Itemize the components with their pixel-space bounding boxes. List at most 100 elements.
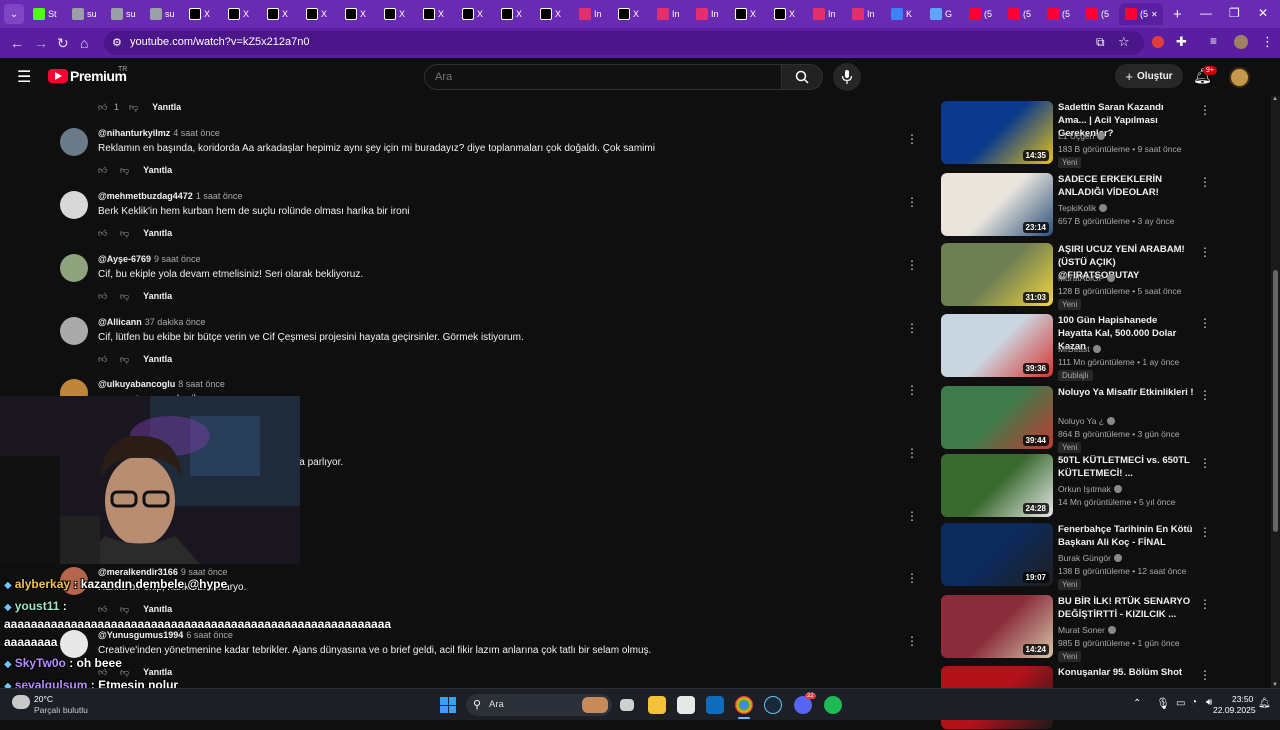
video-more-options-icon[interactable]: ⋮ — [1199, 316, 1211, 330]
browser-tab[interactable]: X — [612, 3, 650, 25]
browser-tab[interactable]: (5 — [963, 3, 1001, 25]
create-button[interactable]: + Oluştur — [1115, 64, 1183, 88]
comment-author[interactable]: @nihanturkyilmz — [98, 128, 170, 138]
scrollbar-thumb[interactable] — [1273, 270, 1278, 532]
bookmark-star-icon[interactable]: ☆ — [1118, 34, 1130, 50]
video-more-options-icon[interactable]: ⋮ — [1199, 245, 1211, 259]
reload-icon[interactable]: ↻ — [57, 35, 69, 52]
commenter-avatar[interactable] — [60, 128, 88, 156]
notification-center-icon[interactable]: 🔔︎ — [1258, 698, 1271, 709]
channel-name[interactable]: MuratAbiGF — [1058, 273, 1115, 283]
install-app-icon[interactable]: ⧉ — [1096, 35, 1105, 50]
video-title[interactable]: 50TL KÜTLETMECİ vs. 650TL KÜTLETMECİ! ..… — [1058, 454, 1194, 480]
channel-name[interactable]: L1 Üçgen — [1058, 131, 1106, 141]
like-icon[interactable]: 👍︎ — [98, 228, 114, 239]
browser-tab[interactable]: X — [300, 3, 338, 25]
close-tab-icon[interactable]: ✕ — [1151, 10, 1158, 19]
video-more-options-icon[interactable]: ⋮ — [1199, 597, 1211, 611]
back-arrow-icon[interactable]: ← — [10, 35, 24, 51]
video-title[interactable]: SADECE ERKEKLERİN ANLADIĞI VİDEOLAR! — [1058, 173, 1194, 199]
url-text[interactable]: youtube.com/watch?v=kZ5x212a7n0 — [130, 36, 309, 48]
hamburger-menu-icon[interactable]: ☰ — [17, 67, 31, 87]
store-icon[interactable] — [677, 696, 695, 714]
video-thumbnail[interactable]: 31:03 — [941, 243, 1053, 306]
minimize-window-button[interactable]: — — [1200, 6, 1212, 20]
channel-name[interactable]: TepkiKolik — [1058, 203, 1108, 213]
weather-temperature[interactable]: 20°C — [34, 694, 53, 704]
address-bar[interactable]: ⚙ youtube.com/watch?v=kZ5x212a7n0 ⧉ ☆ — [104, 31, 1144, 55]
comment-more-options-icon[interactable]: ⋮ — [906, 195, 918, 209]
profile-avatar[interactable] — [1234, 35, 1248, 49]
channel-name[interactable]: Burak Güngör — [1058, 553, 1122, 563]
recommended-video[interactable]: 14:35 Sadettin Saran Kazandı Ama... | Aci… — [941, 101, 1221, 168]
video-title[interactable]: BU BİR İLK! RTÜK SENARYO DEĞİŞTİRTTİ - K… — [1058, 595, 1194, 621]
reading-list-icon[interactable]: ≡ — [1210, 34, 1217, 48]
video-thumbnail[interactable]: 24:28 — [941, 454, 1053, 517]
dislike-icon[interactable]: 👎︎ — [120, 604, 129, 615]
reply-button[interactable]: Yanıtla — [143, 228, 172, 238]
reply-button[interactable]: Yanıtla — [152, 102, 181, 112]
comment-more-options-icon[interactable]: ⋮ — [906, 446, 918, 460]
like-icon[interactable]: 👍︎ — [98, 165, 114, 176]
recommended-video[interactable]: 39:36 100 Gün Hapishanede Hayatta Kal, 50… — [941, 314, 1221, 381]
recommended-video[interactable]: 23:14 SADECE ERKEKLERİN ANLADIĞI VİDEOLAR… — [941, 173, 1221, 237]
voice-search-button[interactable] — [833, 63, 861, 91]
browser-tab[interactable]: X — [495, 3, 533, 25]
browser-tab[interactable]: In — [690, 3, 728, 25]
dislike-icon[interactable]: 👎︎ — [120, 165, 129, 176]
comment-more-options-icon[interactable]: ⋮ — [906, 321, 918, 335]
video-thumbnail[interactable]: 14:35 — [941, 101, 1053, 164]
browser-tab[interactable]: X — [417, 3, 455, 25]
comment-time[interactable]: 37 dakika önce — [145, 317, 206, 327]
windows-start-icon[interactable] — [440, 697, 456, 713]
taskbar-search-box[interactable]: ⚲ Ara — [466, 694, 612, 716]
file-explorer-icon[interactable] — [648, 696, 666, 714]
comment-author[interactable]: @Ayşe-6769 — [98, 254, 151, 264]
browser-tab[interactable]: In — [846, 3, 884, 25]
youtube-logo-icon[interactable] — [48, 69, 68, 83]
comment-time[interactable]: 6 saat önce — [186, 630, 233, 640]
like-icon[interactable]: 👍︎ — [98, 102, 112, 113]
weather-description[interactable]: Parçalı bulutlu — [34, 705, 88, 715]
video-more-options-icon[interactable]: ⋮ — [1199, 668, 1211, 682]
spotify-icon[interactable] — [824, 696, 842, 714]
commenter-avatar[interactable] — [60, 630, 88, 658]
reply-button[interactable]: Yanıtla — [143, 165, 172, 175]
restore-window-button[interactable]: ❐ — [1229, 6, 1240, 20]
video-more-options-icon[interactable]: ⋮ — [1199, 525, 1211, 539]
comment-more-options-icon[interactable]: ⋮ — [906, 258, 918, 272]
browser-tab[interactable]: (5 ✕ — [1119, 3, 1163, 25]
steam-icon[interactable] — [764, 696, 782, 714]
browser-tab[interactable]: su — [66, 3, 104, 25]
microphone-tray-icon[interactable]: 🎙︎ — [1156, 697, 1170, 710]
browser-tab[interactable]: X — [768, 3, 806, 25]
recommended-video[interactable]: 31:03 AŞIRI UCUZ YENİ ARABAM! (ÜSTÜ AÇIK)… — [941, 243, 1221, 310]
recommended-video[interactable]: 24:28 50TL KÜTLETMECİ vs. 650TL KÜTLETMEC… — [941, 454, 1221, 518]
tab-search-chevron-icon[interactable]: ⌄ — [4, 4, 24, 24]
browser-tab[interactable]: su — [144, 3, 182, 25]
forward-arrow-icon[interactable]: → — [34, 35, 48, 51]
browser-tab[interactable]: (5 — [1002, 3, 1040, 25]
task-view-icon[interactable] — [620, 699, 634, 711]
dislike-icon[interactable]: 👎︎ — [120, 291, 129, 302]
video-title[interactable]: Noluyo Ya Misafir Etkinlikleri ! — [1058, 386, 1194, 399]
browser-tab[interactable]: X — [729, 3, 767, 25]
browser-tab[interactable]: X — [378, 3, 416, 25]
reply-button[interactable]: Yanıtla — [143, 291, 172, 301]
browser-tab[interactable]: X — [261, 3, 299, 25]
comment-time[interactable]: 8 saat önce — [178, 379, 225, 389]
like-icon[interactable]: 👍︎ — [98, 291, 114, 302]
dislike-icon[interactable]: 👎︎ — [129, 102, 138, 113]
show-hidden-icons-chevron-icon[interactable]: ⌃ — [1133, 698, 1141, 709]
browser-tab[interactable]: X — [456, 3, 494, 25]
commenter-avatar[interactable] — [60, 254, 88, 282]
video-title[interactable]: Konuşanlar 95. Bölüm Shot — [1058, 666, 1194, 679]
channel-name[interactable]: Murat Soner — [1058, 625, 1116, 635]
reply-button[interactable]: Yanıtla — [143, 354, 172, 364]
channel-name[interactable]: Orkun Işıtmak — [1058, 484, 1122, 494]
extension-red-icon[interactable] — [1152, 36, 1164, 48]
browser-tab[interactable]: X — [183, 3, 221, 25]
outlook-icon[interactable] — [706, 696, 724, 714]
browser-tab[interactable]: K — [885, 3, 923, 25]
reply-button[interactable]: Yanıtla — [143, 667, 172, 677]
